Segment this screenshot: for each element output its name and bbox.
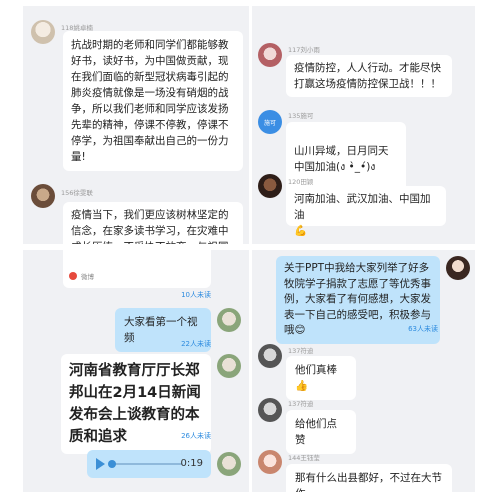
avatar[interactable] <box>217 354 241 378</box>
message-text: 抗战时期的老师和同学们都能够教好书，读好书，为中国做贡献，现在我们面临的新型冠状… <box>71 39 229 163</box>
sender-name: 137符迪 <box>288 347 314 355</box>
voice-message[interactable]: 0:19 <box>87 450 211 478</box>
avatar[interactable] <box>446 256 470 280</box>
weibo-icon <box>69 272 77 280</box>
avatar[interactable]: 施可 <box>258 110 282 134</box>
emoji-icon: 😊 <box>294 324 306 336</box>
sender-name: 135施可 <box>288 112 314 120</box>
unread-count: 26人未读 <box>181 432 211 440</box>
message-text: 他们真棒 <box>295 364 337 376</box>
message-text: 那有什么出县都好，不过在大节作 <box>295 472 442 492</box>
chat-panel-top-right: 117刘小雨 疫情防控，人人行动。才能尽快打赢这场疫情防控保卫战！！！ 施可 1… <box>252 6 475 244</box>
avatar[interactable] <box>258 174 282 198</box>
shared-link-card[interactable]: 微博 <box>63 250 211 288</box>
unread-count: 22人未读 <box>181 340 211 348</box>
sender-name: 120田颖 <box>288 178 314 186</box>
avatar[interactable] <box>217 452 241 476</box>
avatar[interactable] <box>258 398 282 422</box>
thumbs-up-icon: 👍 <box>295 380 309 392</box>
message-text: 山川异域，日月同天 中国加油(ง •̀_•́)ง <box>294 145 389 173</box>
progress-handle[interactable] <box>108 460 116 468</box>
avatar[interactable] <box>258 450 282 474</box>
message-bubble[interactable]: 疫情防控，人人行动。才能尽快打赢这场疫情防控保卫战！！！ <box>286 55 452 97</box>
message-text: 给他们点赞 <box>295 418 337 446</box>
voice-duration: 0:19 <box>180 458 203 469</box>
avatar[interactable] <box>31 184 55 208</box>
message-bubble[interactable]: 他们真棒 👍 <box>286 356 356 400</box>
message-bubble[interactable]: 抗战时期的老师和同学们都能够教好书，读好书，为中国做贡献，现在我们面临的新型冠状… <box>63 31 243 171</box>
message-text: 河南加油、武汉加油、中国加油 <box>294 193 431 221</box>
sender-name: 156徐雯联 <box>61 189 93 197</box>
avatar[interactable] <box>217 308 241 332</box>
unread-count: 10人未读 <box>181 291 211 299</box>
chat-panel-top-left: 118姚卓楠 抗战时期的老师和同学们都能够教好书，读好书，为中国做贡献，现在我们… <box>23 6 249 244</box>
message-text: 疫情防控，人人行动。才能尽快打赢这场疫情防控保卫战！！！ <box>294 62 441 90</box>
avatar[interactable] <box>31 20 55 44</box>
message-bubble[interactable]: 那有什么出县都好，不过在大节作 <box>286 464 452 492</box>
avatar-label: 施可 <box>263 119 276 127</box>
message-bubble[interactable]: 给他们点赞 <box>286 410 356 454</box>
message-bubble[interactable]: 河南加油、武汉加油、中国加油 💪 <box>286 186 446 237</box>
emoji-icon: 💪 <box>294 225 308 237</box>
message-bubble[interactable]: 疫情当下，我们更应该树林坚定的信念，在家多读书学习，在灾难中成长历练，不妥协不放… <box>63 202 243 244</box>
chat-panel-bottom-left: 微博 10人未读 大家看第一个视频 22人未读 河南省教育厅厅长郑邦山在2月14… <box>23 250 249 492</box>
message-text: 疫情当下，我们更应该树林坚定的信念，在家多读书学习，在灾难中成长历练，不妥协不放… <box>71 209 229 244</box>
unread-count: 63人未读 <box>408 325 438 333</box>
progress-track[interactable] <box>112 463 182 465</box>
play-icon[interactable] <box>96 458 105 470</box>
avatar[interactable] <box>258 344 282 368</box>
sender-name: 117刘小雨 <box>288 46 320 54</box>
card-source: 微博 <box>81 273 94 281</box>
sender-name: 144王钰莹 <box>288 454 320 462</box>
avatar[interactable] <box>258 43 282 67</box>
sender-name: 137符迪 <box>288 400 314 408</box>
chat-panel-bottom-right: 关于PPT中我给大家列举了好多牧院学子捐款了志愿了等优秀事例，大家看了有何感想，… <box>252 250 475 492</box>
